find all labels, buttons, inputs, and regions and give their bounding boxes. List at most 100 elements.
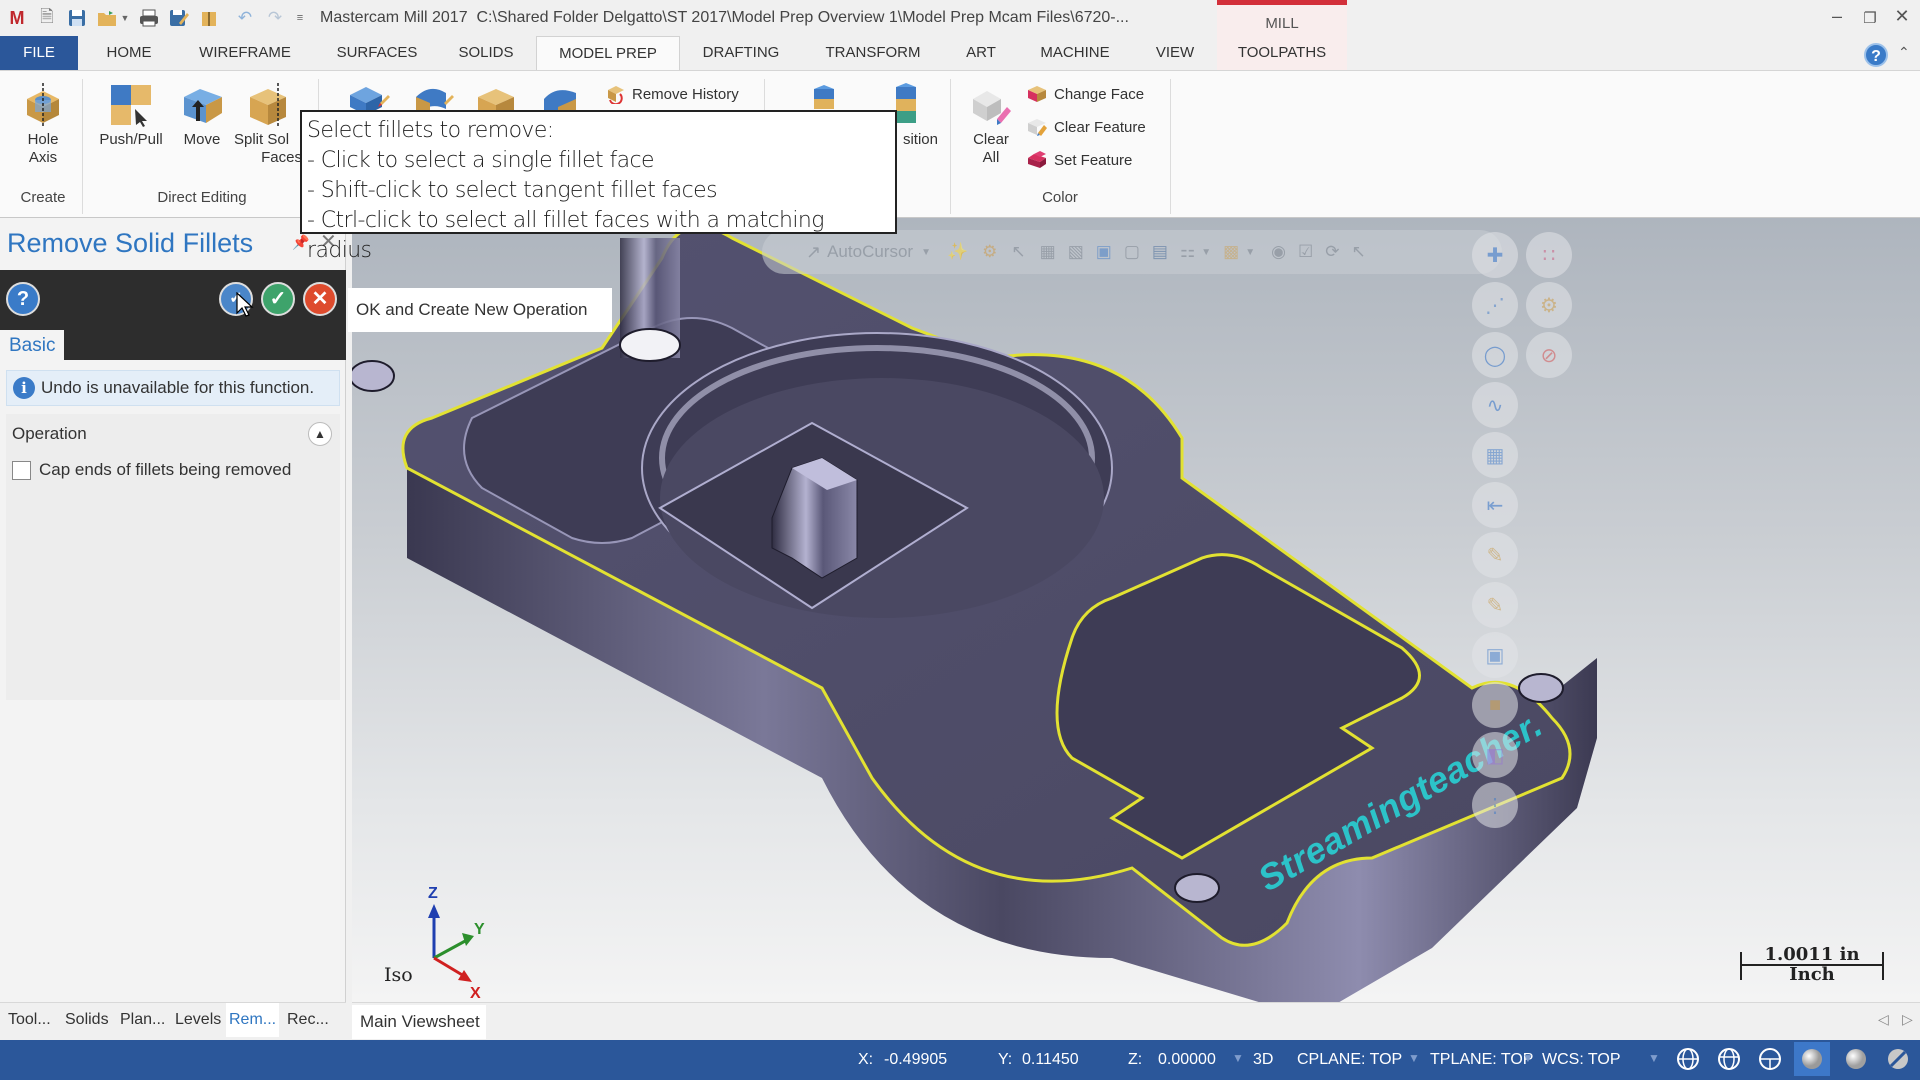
no-entry-button[interactable]: ⊘ [1526, 332, 1572, 378]
save-as-icon[interactable] [168, 7, 190, 29]
tab-remove-fillets[interactable]: Rem... [226, 1003, 280, 1037]
fast-point-icon[interactable]: ✨ [947, 242, 968, 262]
gear-tool-button[interactable]: ⚙ [1526, 282, 1572, 328]
push-pull-button[interactable]: Push/Pull [92, 83, 170, 149]
cplane-dropdown-icon[interactable]: ▼ [1408, 1051, 1420, 1065]
tplane-dropdown-icon[interactable]: ▼ [1522, 1051, 1534, 1065]
tab-toolpaths-manager[interactable]: Tool... [8, 1011, 51, 1029]
graphics-viewport[interactable]: Z Y X Streamingteacher. ↗ AutoCursor ▼ ✨… [352, 218, 1920, 1002]
selection-grid-icon[interactable]: ◉ [1271, 242, 1286, 262]
line-tool-button[interactable]: ⋰ [1472, 282, 1518, 328]
change-face-button[interactable]: Change Face [1026, 81, 1144, 107]
wcs-dropdown-icon[interactable]: ▼ [1648, 1051, 1660, 1065]
print-icon[interactable] [138, 7, 160, 29]
mode-3d-toggle[interactable]: 3D [1253, 1051, 1273, 1069]
minimize-icon[interactable]: – [1825, 6, 1849, 27]
surface-tool-button[interactable]: ✎ [1472, 582, 1518, 628]
tab-wireframe[interactable]: WIREFRAME [190, 36, 300, 70]
wireframe-display-icon[interactable] [1676, 1047, 1700, 1071]
tree-tool-button[interactable]: ⋮ [1472, 782, 1518, 828]
tab-main-viewsheet[interactable]: Main Viewsheet [352, 1005, 486, 1039]
hole-axis-button[interactable]: Hole Axis [14, 83, 72, 167]
bolt-hole[interactable] [1174, 873, 1220, 903]
solid-tool-button[interactable]: ▣ [1472, 632, 1518, 678]
tab-transform[interactable]: TRANSFORM [816, 36, 930, 70]
tab-machine[interactable]: MACHINE [1030, 36, 1120, 70]
stock-tool-button[interactable]: ■ [1472, 682, 1518, 728]
set-feature-button[interactable]: Set Feature [1026, 147, 1132, 173]
save-icon[interactable] [66, 7, 88, 29]
window-select-icon[interactable]: ⚏ [1180, 242, 1195, 262]
dropdown-arrow-icon[interactable]: ▼ [120, 7, 130, 29]
remove-history-button[interactable]: Remove History [604, 81, 739, 107]
move-button[interactable]: Move [174, 83, 230, 149]
tab-surfaces[interactable]: SURFACES [330, 36, 424, 70]
close-window-icon[interactable]: ✕ [1890, 6, 1914, 27]
tab-file[interactable]: FILE [0, 36, 78, 70]
bolt-hole[interactable] [1518, 673, 1564, 703]
undo-icon[interactable]: ↶ [234, 7, 256, 29]
outline-display-icon[interactable] [1758, 1047, 1782, 1071]
area-select-icon[interactable]: ▩ [1223, 242, 1239, 262]
select-arrow-icon[interactable]: ↖ [1011, 242, 1025, 262]
area-dropdown-icon[interactable]: ▼ [1245, 247, 1255, 258]
cancel-button[interactable]: ✕ [303, 282, 337, 316]
clear-all-button[interactable]: Clear All [962, 83, 1020, 167]
wcs-selector[interactable]: WCS: TOP [1542, 1051, 1621, 1069]
mastercam-logo-icon[interactable]: M [6, 7, 28, 29]
tplane-selector[interactable]: TPLANE: TOP [1430, 1051, 1533, 1069]
bolt-hole[interactable] [619, 328, 681, 362]
layer-tool-button[interactable]: ◧ [1472, 732, 1518, 778]
spline-tool-button[interactable]: ∿ [1472, 382, 1518, 428]
scroll-right-icon[interactable]: ▷ [1902, 1011, 1913, 1028]
body-selection-icon[interactable]: ▣ [1096, 242, 1112, 262]
zip-folder-icon[interactable] [198, 7, 220, 29]
collapse-section-icon[interactable]: ▲ [308, 422, 332, 446]
hidden-line-display-icon[interactable] [1717, 1047, 1741, 1071]
scroll-left-icon[interactable]: ◁ [1878, 1011, 1889, 1028]
clear-selection-icon[interactable]: ↖ [1351, 242, 1365, 262]
shaded-edges-display-icon[interactable] [1844, 1047, 1868, 1071]
shaded-display-icon[interactable] [1800, 1047, 1824, 1071]
verify-selection-icon[interactable]: ☑ [1298, 242, 1313, 262]
translucency-display-icon[interactable] [1886, 1047, 1910, 1071]
split-solid-faces-button[interactable]: Split Sol Faces [234, 83, 302, 167]
circle-tool-button[interactable]: ◯ [1472, 332, 1518, 378]
color-grid-button[interactable]: ∷ [1526, 232, 1572, 278]
autocursor-dropdown-icon[interactable]: ▼ [921, 247, 931, 258]
clear-feature-button[interactable]: Clear Feature [1026, 114, 1146, 140]
cap-ends-checkbox[interactable] [12, 460, 31, 480]
wireframe-tool-button[interactable]: ✎ [1472, 532, 1518, 578]
tab-art[interactable]: ART [956, 36, 1006, 70]
tab-toolpaths[interactable]: TOOLPATHS [1217, 36, 1347, 70]
help-button[interactable]: ? [6, 282, 40, 316]
tab-recent-functions[interactable]: Rec... [287, 1011, 329, 1029]
tab-drafting[interactable]: DRAFTING [694, 36, 788, 70]
cap-ends-option[interactable]: Cap ends of fillets being removed [12, 460, 291, 480]
help-icon[interactable]: ? [1864, 43, 1888, 67]
z-dropdown-icon[interactable]: ▼ [1232, 1051, 1244, 1065]
collapse-ribbon-icon[interactable]: ⌃ [1898, 44, 1910, 61]
solid-model[interactable]: Z Y X [352, 218, 1920, 1002]
tab-levels-manager[interactable]: Levels [175, 1011, 221, 1029]
redo-icon[interactable]: ↷ [264, 7, 286, 29]
edge-selection-icon[interactable]: ▢ [1124, 242, 1140, 262]
point-tool-button[interactable]: ✚ [1472, 232, 1518, 278]
cplane-selector[interactable]: CPLANE: TOP [1297, 1051, 1402, 1069]
ok-button[interactable]: ✓ [261, 282, 295, 316]
customize-qat-icon[interactable]: ≡ [294, 7, 306, 29]
tab-basic[interactable]: Basic [0, 330, 64, 362]
tab-model-prep[interactable]: MODEL PREP [536, 36, 680, 70]
tab-solids[interactable]: SOLIDS [450, 36, 522, 70]
face-selection-icon[interactable]: ▧ [1068, 242, 1084, 262]
restore-icon[interactable]: ❐ [1858, 9, 1882, 27]
box-tool-button[interactable]: ▦ [1472, 432, 1518, 478]
tab-home[interactable]: HOME [92, 36, 166, 70]
solid-selection-icon[interactable]: ▦ [1040, 242, 1056, 262]
tab-view[interactable]: VIEW [1146, 36, 1204, 70]
settings-gear-icon[interactable]: ⚙ [982, 242, 997, 262]
rotate-selection-icon[interactable]: ⟳ [1325, 242, 1339, 262]
tab-solids-manager[interactable]: Solids [65, 1011, 109, 1029]
new-file-icon[interactable]: 🗎 [36, 7, 58, 29]
loop-selection-icon[interactable]: ▤ [1152, 242, 1168, 262]
